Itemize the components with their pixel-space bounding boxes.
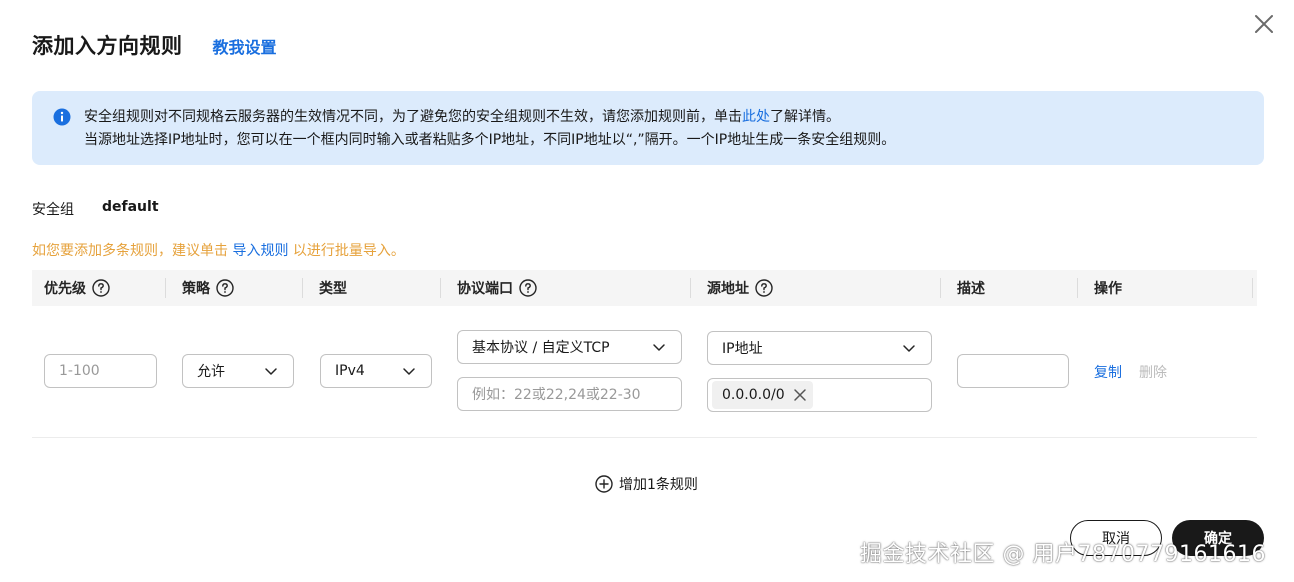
chevron-down-icon — [265, 368, 277, 375]
column-priority: 优先级 — [44, 270, 110, 306]
column-separator — [940, 278, 941, 298]
source-address-tag-label: 0.0.0.0/0 — [722, 387, 785, 403]
close-button[interactable] — [1252, 12, 1276, 36]
chevron-down-icon — [903, 345, 915, 352]
port-input[interactable]: 例如：22或22,24或22-30 — [457, 377, 682, 411]
batch-import-tip: 如您要添加多条规则，建议单击 导入规则 以进行批量导入。 — [32, 240, 405, 260]
add-inbound-rule-dialog: 添加入方向规则 教我设置 安全组规则对不同规格云服务器的生效情况不同，为了避免您… — [0, 0, 1294, 582]
source-type-select[interactable]: IP地址 — [707, 331, 932, 365]
column-separator — [440, 278, 441, 298]
table-header: 优先级 策略 类型 协议端口 源地址 描述 操作 — [32, 270, 1257, 306]
info-line-2: 当源地址选择IP地址时，您可以在一个框内同时输入或者粘贴多个IP地址，不同IP地… — [84, 132, 896, 148]
dialog-header: 添加入方向规则 教我设置 — [32, 30, 277, 60]
column-protocol-port-label: 协议端口 — [457, 281, 513, 297]
column-source-label: 源地址 — [707, 281, 749, 297]
add-rule-button[interactable]: 增加1条规则 — [595, 474, 698, 494]
delete-rule-link: 删除 — [1139, 365, 1167, 381]
column-type: 类型 — [319, 270, 347, 306]
column-protocol-port: 协议端口 — [457, 270, 537, 306]
column-type-label: 类型 — [319, 281, 347, 297]
type-select-value: IPv4 — [335, 363, 365, 379]
chevron-down-icon — [403, 368, 415, 375]
add-rule-label: 增加1条规则 — [619, 477, 698, 493]
question-circle-icon[interactable] — [519, 279, 537, 297]
column-priority-label: 优先级 — [44, 281, 86, 297]
import-rules-link[interactable]: 导入规则 — [232, 243, 288, 259]
column-description-label: 描述 — [957, 281, 985, 297]
column-policy: 策略 — [182, 270, 234, 306]
close-icon — [1255, 15, 1273, 33]
column-separator — [165, 278, 166, 298]
priority-input[interactable]: 1-100 — [44, 354, 157, 388]
row-divider — [32, 437, 1257, 438]
watermark: 掘金技术社区 @ 用户7870779161616 — [860, 542, 1266, 567]
source-type-select-value: IP地址 — [722, 341, 763, 357]
column-operation-label: 操作 — [1094, 281, 1122, 297]
info-icon — [53, 108, 71, 126]
help-setup-link[interactable]: 教我设置 — [213, 34, 277, 58]
column-policy-label: 策略 — [182, 281, 210, 297]
info-line-1-suffix: 了解详情。 — [770, 109, 840, 125]
question-circle-icon[interactable] — [755, 279, 773, 297]
security-group-label: 安全组 — [32, 202, 74, 218]
column-source: 源地址 — [707, 270, 773, 306]
policy-select[interactable]: 允许 — [182, 354, 294, 388]
dialog-title: 添加入方向规则 — [32, 34, 183, 58]
plus-circle-icon — [595, 475, 613, 493]
protocol-select-value: 基本协议 / 自定义TCP — [472, 340, 610, 356]
column-operation: 操作 — [1094, 270, 1122, 306]
security-group-value: default — [102, 199, 159, 215]
tip-prefix: 如您要添加多条规则，建议单击 — [32, 243, 228, 259]
info-line-1: 安全组规则对不同规格云服务器的生效情况不同，为了避免您的安全组规则不生效，请您添… — [84, 106, 840, 126]
question-circle-icon[interactable] — [216, 279, 234, 297]
info-details-link[interactable]: 此处 — [742, 109, 770, 125]
protocol-select[interactable]: 基本协议 / 自定义TCP — [457, 330, 682, 364]
info-line-1-prefix: 安全组规则对不同规格云服务器的生效情况不同，为了避免您的安全组规则不生效，请您添… — [84, 109, 742, 125]
tip-suffix: 以进行批量导入。 — [292, 243, 405, 259]
close-icon[interactable] — [793, 388, 807, 402]
info-banner: 安全组规则对不同规格云服务器的生效情况不同，为了避免您的安全组规则不生效，请您添… — [32, 91, 1264, 165]
chevron-down-icon — [653, 344, 665, 351]
policy-select-value: 允许 — [197, 364, 225, 380]
description-input[interactable] — [957, 354, 1069, 388]
source-address-tag: 0.0.0.0/0 — [712, 381, 813, 409]
column-separator — [1252, 278, 1253, 298]
column-separator — [690, 278, 691, 298]
column-description: 描述 — [957, 270, 985, 306]
copy-rule-link[interactable]: 复制 — [1094, 362, 1122, 382]
column-separator — [1077, 278, 1078, 298]
source-address-input[interactable]: 0.0.0.0/0 — [707, 378, 932, 412]
column-separator — [302, 278, 303, 298]
type-select[interactable]: IPv4 — [320, 354, 432, 388]
question-circle-icon[interactable] — [92, 279, 110, 297]
